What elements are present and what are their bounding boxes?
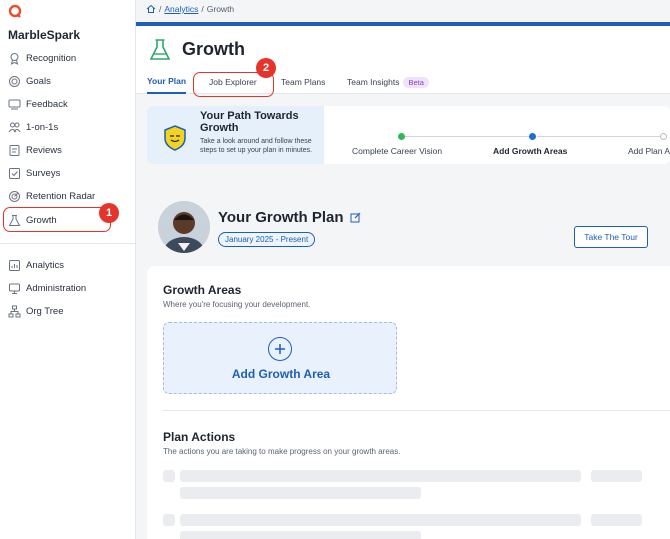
review-icon [9,144,20,156]
plan-actions-title: Plan Actions [163,430,236,444]
shield-badge-icon [164,125,186,151]
sidebar-item-label: Feedback [26,98,68,110]
sidebar-item-org-tree[interactable]: Org Tree [0,300,136,322]
step-label-add-plan[interactable]: Add Plan A [628,146,670,156]
path-intro: Your Path Towards Growth Take a look aro… [147,106,324,164]
feedback-icon [8,99,21,109]
skeleton-placeholder [163,470,175,482]
brand-name: MarbleSpark [8,28,81,42]
add-growth-area-button[interactable]: Add Growth Area [163,322,397,394]
sidebar-item-label: Reviews [26,144,62,156]
award-icon [10,52,19,65]
skeleton-placeholder [180,470,581,482]
sidebar-item-label: Recognition [26,52,77,64]
step-dot-todo [660,133,667,140]
org-tree-icon [8,305,21,317]
page-title: Growth [182,39,245,59]
user-photo [158,201,210,253]
edit-icon[interactable] [350,212,361,223]
sidebar-item-reviews[interactable]: Reviews [0,139,136,161]
sidebar: MarbleSpark Recognition Goals Feedback 1… [0,0,136,539]
sidebar-item-label: Org Tree [26,305,64,317]
add-growth-area-label: Add Growth Area [231,367,331,381]
plan-actions-subtitle: The actions you are taking to make progr… [163,447,401,456]
skeleton-placeholder [180,531,421,539]
plan-content-card: Growth Areas Where you're focusing your … [147,266,670,539]
sidebar-item-label: Goals [26,75,51,87]
annotation-badge-2: 2 [256,58,276,78]
sidebar-item-label: Surveys [26,167,61,179]
path-title: Your Path Towards Growth [200,110,299,134]
chart-icon [9,259,20,271]
step-dot-current [529,133,536,140]
step-connector [401,136,530,137]
logo-icon [8,4,22,18]
breadcrumb-current: Growth [206,4,235,14]
skeleton-placeholder [163,514,175,526]
tab-your-plan[interactable]: Your Plan [147,70,187,94]
home-icon[interactable] [146,4,156,14]
growth-path-banner: Your Path Towards Growth Take a look aro… [147,106,670,164]
step-connector [537,136,663,137]
main-content: / Analytics / Growth Growth Your Plan Jo… [136,0,670,539]
skeleton-placeholder [180,514,581,526]
people-icon [8,122,21,132]
sidebar-divider [0,243,136,244]
target-icon [9,75,20,87]
sidebar-item-recognition[interactable]: Recognition [0,47,136,69]
admin-icon [9,283,20,294]
breadcrumb-link-analytics[interactable]: Analytics [164,4,198,14]
sidebar-item-1-on-1s[interactable]: 1-on-1s [0,116,136,138]
step-dot-done [398,133,405,140]
take-tour-button[interactable]: Take The Tour [574,226,648,248]
skeleton-placeholder [591,514,642,526]
tab-team-plans[interactable]: Team Plans [281,70,325,94]
radar-icon [9,190,20,202]
sidebar-item-goals[interactable]: Goals [0,70,136,92]
survey-icon [9,167,20,179]
sidebar-item-label: 1-on-1s [26,121,59,133]
skeleton-placeholder [180,487,421,499]
sidebar-item-feedback[interactable]: Feedback [0,93,136,115]
avatar [158,201,210,253]
sidebar-item-label: Retention Radar [26,190,96,202]
flask-icon [149,39,171,60]
breadcrumb-separator: / [159,4,162,14]
date-range-pill[interactable]: January 2025 - Present [218,232,316,247]
breadcrumb: / Analytics / Growth [146,4,234,14]
path-description: Take a look around and follow these step… [200,138,313,154]
plus-icon [268,337,292,361]
tab-team-insights[interactable]: Team Insights Beta [347,70,429,94]
skeleton-placeholder [591,470,642,482]
annotation-badge-1: 1 [99,203,119,223]
breadcrumb-separator: / [201,4,204,14]
sidebar-item-retention-radar[interactable]: Retention Radar [0,185,136,207]
growth-areas-title: Growth Areas [163,283,242,297]
sidebar-item-administration[interactable]: Administration [0,277,136,299]
growth-areas-subtitle: Where you're focusing your development. [163,300,311,309]
plan-title: Your Growth Plan [218,209,361,226]
sidebar-item-label: Administration [26,282,87,294]
sidebar-item-surveys[interactable]: Surveys [0,162,136,184]
step-label-career-vision[interactable]: Complete Career Vision [352,146,442,156]
annotation-highlight-growth [3,207,111,232]
sidebar-item-analytics[interactable]: Analytics [0,254,136,276]
sidebar-item-label: Analytics [26,259,65,271]
beta-badge: Beta [403,76,429,88]
section-divider [163,410,670,411]
step-label-growth-areas[interactable]: Add Growth Areas [493,146,567,156]
